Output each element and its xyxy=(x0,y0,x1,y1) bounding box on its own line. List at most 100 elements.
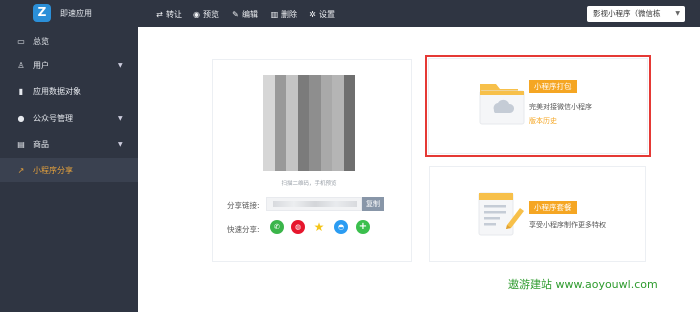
sidebar-item-mini-program-share[interactable]: ↗ 小程序分享 xyxy=(0,158,138,182)
sidebar: ▭ 总览 ♙ 用户 ▼ ▮ 应用数据对象 ● 公众号管理 ▼ ▤ 商品 ▼ ↗ … xyxy=(0,27,138,312)
transfer-button[interactable]: ⇄ 转让 xyxy=(155,7,182,21)
app-name: 即速应用 xyxy=(60,9,92,18)
qr-mosaic-cell xyxy=(263,135,275,147)
qr-mosaic-cell xyxy=(274,75,286,87)
sidebar-item-overview[interactable]: ▭ 总览 xyxy=(0,29,138,53)
plan-card xyxy=(429,166,646,262)
share-link-label: 分享链接: xyxy=(227,201,260,210)
qr-mosaic-cell xyxy=(286,75,298,87)
edit-button[interactable]: ✎ 编辑 xyxy=(231,7,258,21)
trash-icon: ▥ xyxy=(270,9,279,19)
public-account-icon: ● xyxy=(17,113,25,123)
qr-mosaic-cell xyxy=(297,111,309,123)
app-select[interactable]: 影视小程序（微信栋 ▼ xyxy=(587,6,685,22)
preview-button[interactable]: ◉ 预览 xyxy=(192,7,219,21)
qr-mosaic-cell xyxy=(263,99,275,111)
qr-mosaic-cell xyxy=(332,147,344,159)
plus-icon[interactable]: + xyxy=(356,220,370,234)
qr-mosaic-cell xyxy=(309,75,321,87)
qr-mosaic-cell xyxy=(332,111,344,123)
qr-mosaic-cell xyxy=(343,123,355,135)
qr-mosaic-cell xyxy=(332,135,344,147)
version-history-link[interactable]: 版本历史 xyxy=(529,116,557,126)
qr-mosaic-cell xyxy=(332,99,344,111)
sidebar-item-public-account[interactable]: ● 公众号管理 ▼ xyxy=(0,106,138,130)
qr-mosaic-cell xyxy=(286,123,298,135)
qr-mosaic-cell xyxy=(297,159,309,171)
qr-mosaic-cell xyxy=(286,111,298,123)
watermark: 遨游建站 www.aoyouwl.com xyxy=(508,278,658,291)
shop-icon: ▤ xyxy=(17,139,25,149)
qr-mosaic-cell xyxy=(286,87,298,99)
qr-mosaic-cell xyxy=(274,99,286,111)
settings-button[interactable]: ✲ 设置 xyxy=(308,7,335,21)
qr-mosaic-cell xyxy=(343,147,355,159)
edit-icon: ✎ xyxy=(232,9,239,19)
qr-mosaic-cell xyxy=(297,147,309,159)
preview-icon: ◉ xyxy=(193,9,200,19)
qr-mosaic-cell xyxy=(309,111,321,123)
sidebar-item-products[interactable]: ▤ 商品 ▼ xyxy=(0,132,138,156)
bar-chart-icon: ▮ xyxy=(18,86,24,96)
qr-mosaic-cell xyxy=(332,87,344,99)
qr-mosaic-cell xyxy=(343,111,355,123)
copy-button[interactable]: 复制 xyxy=(362,197,384,211)
qr-mosaic-cell xyxy=(274,123,286,135)
delete-button[interactable]: ▥ 删除 xyxy=(270,7,297,21)
qr-mosaic-cell xyxy=(286,99,298,111)
qr-mosaic-cell xyxy=(309,99,321,111)
qr-mosaic-cell xyxy=(297,75,309,87)
qr-mosaic-cell xyxy=(309,159,321,171)
brand[interactable]: Z 即速应用 xyxy=(0,0,138,27)
qr-mosaic-cell xyxy=(274,159,286,171)
qr-mosaic-cell xyxy=(343,87,355,99)
transfer-icon: ⇄ xyxy=(156,9,163,19)
notepad-pencil-icon xyxy=(478,192,524,236)
qr-mosaic-cell xyxy=(263,123,275,135)
qr-mosaic-cell xyxy=(309,87,321,99)
wechat-icon[interactable]: ✆ xyxy=(270,220,284,234)
qr-mosaic-cell xyxy=(286,147,298,159)
qr-mosaic-cell xyxy=(297,87,309,99)
share-link-field[interactable] xyxy=(266,197,362,211)
qr-code xyxy=(263,75,355,171)
qr-mosaic-cell xyxy=(309,135,321,147)
top-bar: Z 即速应用 ⇄ 转让 ◉ 预览 ✎ 编辑 ▥ 删除 ✲ 设置 影视小程序（微信… xyxy=(0,0,700,27)
qr-mosaic-cell xyxy=(263,147,275,159)
app-logo-icon: Z xyxy=(33,4,51,22)
caret-down-icon: ▼ xyxy=(118,140,123,148)
qr-mosaic-cell xyxy=(332,159,344,171)
qr-mosaic-cell xyxy=(297,123,309,135)
qr-mosaic-cell xyxy=(263,75,275,87)
star-icon[interactable]: ★ xyxy=(312,220,326,234)
plan-description: 享受小程序制作更多特权 xyxy=(529,221,606,229)
qr-mosaic-cell xyxy=(274,135,286,147)
qr-mosaic-cell xyxy=(343,159,355,171)
qr-mosaic-cell xyxy=(332,123,344,135)
qr-mosaic-cell xyxy=(263,87,275,99)
qr-mosaic-cell xyxy=(320,135,332,147)
qr-mosaic-cell xyxy=(320,111,332,123)
qr-mosaic-cell xyxy=(286,159,298,171)
qr-mosaic-cell xyxy=(343,135,355,147)
share-icon: ↗ xyxy=(17,165,25,175)
qr-mosaic-cell xyxy=(297,99,309,111)
caret-down-icon: ▼ xyxy=(118,114,123,122)
qr-mosaic-cell xyxy=(274,147,286,159)
weibo-icon[interactable]: ◍ xyxy=(291,220,305,234)
sidebar-item-data-objects[interactable]: ▮ 应用数据对象 xyxy=(0,79,138,103)
qr-mosaic-cell xyxy=(332,75,344,87)
gear-icon: ✲ xyxy=(309,9,316,19)
chevron-down-icon: ▼ xyxy=(675,10,680,17)
qq-icon[interactable]: ◓ xyxy=(334,220,348,234)
qr-mosaic-cell xyxy=(343,99,355,111)
qr-mosaic-cell xyxy=(274,111,286,123)
package-badge[interactable]: 小程序打包 xyxy=(529,80,577,93)
share-link-value xyxy=(273,201,357,207)
qr-mosaic-cell xyxy=(263,111,275,123)
plan-badge[interactable]: 小程序套餐 xyxy=(529,201,577,214)
qr-mosaic-cell xyxy=(320,75,332,87)
sidebar-item-users[interactable]: ♙ 用户 ▼ xyxy=(0,53,138,77)
user-icon: ♙ xyxy=(17,60,25,70)
qr-mosaic-cell xyxy=(320,123,332,135)
